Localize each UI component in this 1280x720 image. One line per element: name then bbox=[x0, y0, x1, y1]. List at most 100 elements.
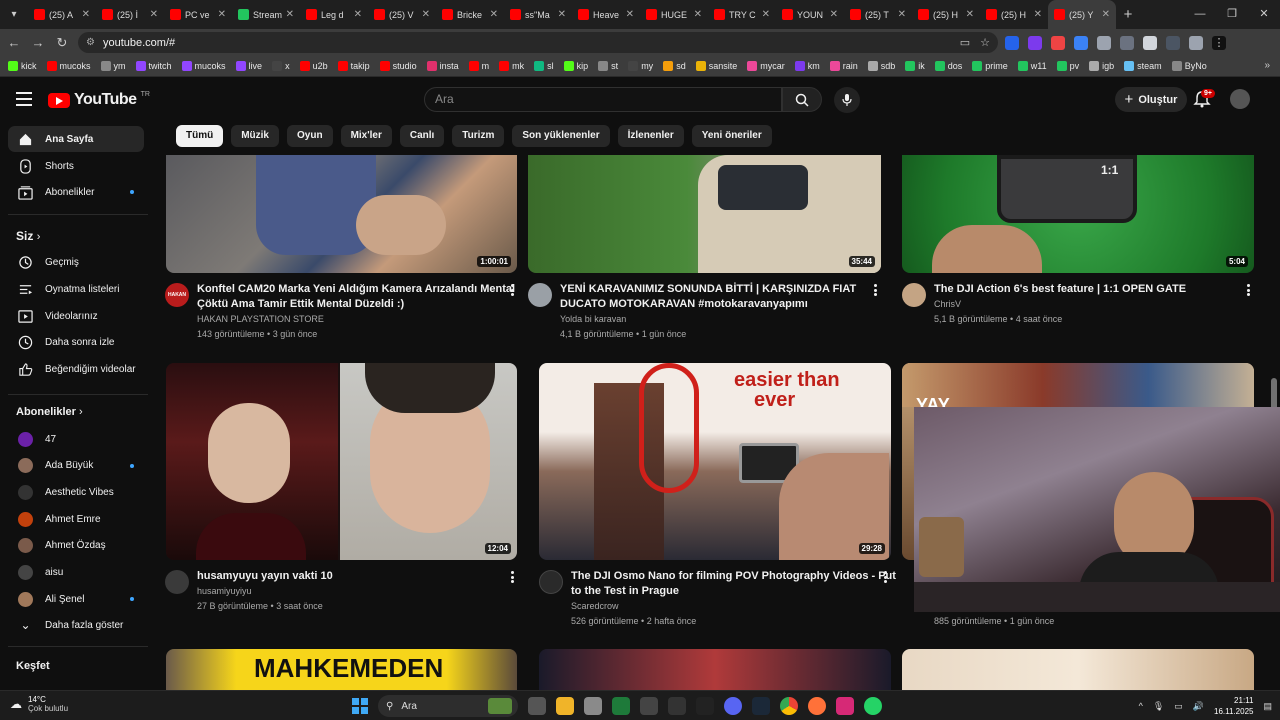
create-button[interactable]: + Oluştur bbox=[1115, 87, 1187, 112]
sidebar-subscription-item[interactable]: 47 bbox=[8, 426, 144, 452]
tab-close-icon[interactable]: ✕ bbox=[1102, 9, 1110, 20]
bookmark-item[interactable]: kick bbox=[8, 61, 37, 71]
instagram-icon[interactable] bbox=[836, 697, 854, 715]
sidebar-subscription-item[interactable]: Aesthetic Vibes bbox=[8, 479, 144, 505]
bookmark-item[interactable]: steam bbox=[1124, 61, 1162, 71]
bookmark-item[interactable]: rain bbox=[829, 61, 858, 71]
filter-chip[interactable]: Mix'ler bbox=[340, 125, 392, 147]
video-title[interactable]: The DJI Action 6's best feature | 1:1 OP… bbox=[934, 282, 1186, 297]
more-actions-icon[interactable] bbox=[1246, 284, 1250, 296]
bookmark-item[interactable]: pv bbox=[1056, 61, 1079, 71]
channel-name[interactable]: husamiyuyiyu bbox=[197, 586, 252, 596]
video-thumbnail[interactable]: 35:44 bbox=[528, 155, 881, 273]
back-icon[interactable]: ← bbox=[2, 35, 26, 50]
bookmark-item[interactable]: studio bbox=[379, 61, 417, 71]
sidebar-item-shorts[interactable]: Shorts bbox=[8, 153, 144, 179]
sidebar-item-liked-videos[interactable]: Beğendiğim videolar bbox=[8, 356, 144, 382]
tab-close-icon[interactable]: ✕ bbox=[286, 9, 294, 20]
settings-icon[interactable] bbox=[584, 697, 602, 715]
more-actions-icon[interactable] bbox=[510, 284, 514, 296]
bookmark-item[interactable]: sdb bbox=[867, 61, 895, 71]
search-button[interactable] bbox=[782, 87, 822, 112]
hamburger-menu-icon[interactable] bbox=[16, 92, 32, 106]
video-thumbnail[interactable]: easier than ever 29:28 bbox=[539, 363, 891, 560]
app-icon[interactable] bbox=[696, 697, 714, 715]
browser-tab[interactable]: (25) İ ✕ bbox=[96, 0, 164, 29]
browser-tab[interactable]: Heave ✕ bbox=[572, 0, 640, 29]
bookmark-item[interactable]: ByNo bbox=[1171, 61, 1207, 71]
channel-name[interactable]: HAKAN PLAYSTATION STORE bbox=[197, 314, 324, 324]
video-title[interactable]: husamyuyu yayın vakti 10 bbox=[197, 569, 333, 584]
sidebar-subscription-item[interactable]: Ali Şenel bbox=[8, 586, 144, 612]
tab-close-icon[interactable]: ✕ bbox=[898, 9, 906, 20]
channel-avatar[interactable] bbox=[528, 283, 552, 307]
channel-avatar[interactable]: HAKAN bbox=[165, 283, 189, 307]
app-icon[interactable] bbox=[612, 697, 630, 715]
bookmark-item[interactable]: st bbox=[598, 61, 618, 71]
task-view-icon[interactable] bbox=[528, 697, 546, 715]
forward-icon[interactable]: → bbox=[26, 35, 50, 50]
extension-icon[interactable] bbox=[1005, 35, 1019, 50]
chrome-icon[interactable] bbox=[780, 697, 798, 715]
extensions-puzzle-icon[interactable] bbox=[1143, 35, 1157, 50]
more-actions-icon[interactable] bbox=[510, 571, 514, 583]
browser-tab[interactable]: YOUN ✕ bbox=[776, 0, 844, 29]
tab-close-icon[interactable]: ✕ bbox=[558, 9, 566, 20]
tab-close-icon[interactable]: ✕ bbox=[1034, 9, 1042, 20]
bookmark-item[interactable]: mk bbox=[499, 61, 524, 71]
tab-search-icon[interactable]: ▾ bbox=[0, 0, 28, 29]
url-bar[interactable]: ⚙ youtube.com/# ▭ ☆ bbox=[78, 32, 998, 53]
close-window-icon[interactable]: ✕ bbox=[1248, 0, 1280, 29]
extension-icon[interactable] bbox=[1028, 35, 1042, 50]
channel-avatar[interactable] bbox=[165, 570, 189, 594]
bookmark-item[interactable]: igb bbox=[1089, 61, 1114, 71]
volume-icon[interactable]: 🔊 bbox=[1193, 701, 1204, 712]
filter-chip[interactable]: Canlı bbox=[399, 125, 445, 147]
sidebar-item-home[interactable]: Ana Sayfa bbox=[8, 126, 144, 152]
bookmark-item[interactable]: prime bbox=[972, 61, 1008, 71]
file-explorer-icon[interactable] bbox=[556, 697, 574, 715]
network-icon[interactable]: ▭ bbox=[1174, 701, 1183, 712]
browser-tab[interactable]: (25) A ✕ bbox=[28, 0, 96, 29]
sidebar-show-more[interactable]: ⌄ Daha fazla göster bbox=[8, 612, 144, 638]
bookmark-item[interactable]: ik bbox=[905, 61, 925, 71]
channel-name[interactable]: ChrisV bbox=[934, 299, 961, 309]
mic-tray-icon[interactable]: 🎙 bbox=[1153, 701, 1164, 712]
browser-tab[interactable]: PC ve ✕ bbox=[164, 0, 232, 29]
tab-close-icon[interactable]: ✕ bbox=[82, 9, 90, 20]
bookmark-item[interactable]: mycar bbox=[747, 61, 785, 71]
bookmark-item[interactable]: twitch bbox=[135, 61, 172, 71]
browser-tab[interactable]: Leg d ✕ bbox=[300, 0, 368, 29]
sidebar-item-history[interactable]: Geçmiş bbox=[8, 249, 144, 275]
sidebar-item-playlists[interactable]: Oynatma listeleri bbox=[8, 276, 144, 302]
more-actions-icon[interactable] bbox=[873, 284, 877, 296]
channel-name[interactable]: Scaredcrow bbox=[571, 601, 619, 611]
filter-chip[interactable]: Müzik bbox=[231, 125, 279, 147]
tab-close-icon[interactable]: ✕ bbox=[830, 9, 838, 20]
site-info-icon[interactable]: ⚙ bbox=[86, 37, 95, 48]
discord-icon[interactable] bbox=[724, 697, 742, 715]
video-thumbnail[interactable]: 1:00:01 bbox=[166, 155, 517, 273]
youtube-logo[interactable]: YouTube TR bbox=[48, 91, 150, 109]
channel-name[interactable]: Yolda bi karavan bbox=[560, 314, 626, 324]
notifications-icon[interactable]: ▤ bbox=[1263, 701, 1272, 712]
bookmark-item[interactable]: kip bbox=[563, 61, 588, 71]
browser-tab[interactable]: Bricke ✕ bbox=[436, 0, 504, 29]
video-thumbnail[interactable]: MAHKEMEDEN bbox=[166, 649, 517, 690]
sidebar-item-your-videos[interactable]: Videolarınız bbox=[8, 303, 144, 329]
cast-icon[interactable]: ▭ bbox=[960, 36, 970, 49]
tray-overflow-icon[interactable]: ^ bbox=[1139, 701, 1143, 711]
bookmark-item[interactable]: my bbox=[628, 61, 653, 71]
you-section-heading[interactable]: Siz › bbox=[16, 229, 40, 243]
extension-icon[interactable] bbox=[1074, 35, 1088, 50]
browser-tab[interactable]: (25) T ✕ bbox=[844, 0, 912, 29]
bookmark-item[interactable]: km bbox=[794, 61, 820, 71]
browser-tab[interactable]: (25) H ✕ bbox=[980, 0, 1048, 29]
account-avatar[interactable] bbox=[1230, 89, 1250, 109]
channel-avatar[interactable] bbox=[539, 570, 563, 594]
app-icon[interactable] bbox=[640, 697, 658, 715]
new-tab-button[interactable]: + bbox=[1116, 6, 1140, 23]
voice-search-button[interactable] bbox=[834, 87, 860, 113]
tab-close-icon[interactable]: ✕ bbox=[354, 9, 362, 20]
bookmark-item[interactable]: sansite bbox=[695, 61, 737, 71]
